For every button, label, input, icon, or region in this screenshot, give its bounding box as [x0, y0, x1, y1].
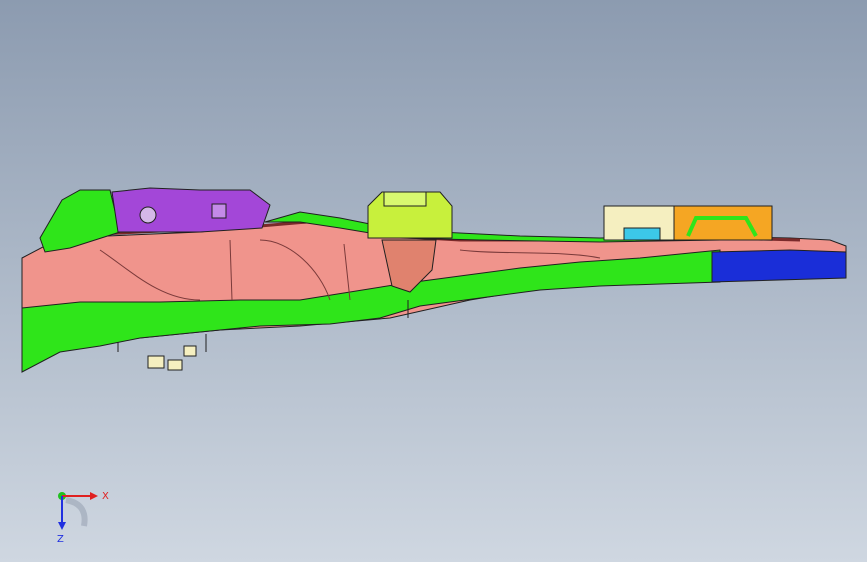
- purple-bracket-hole: [139, 206, 157, 224]
- lime-bracket-top: [383, 191, 427, 207]
- purple-bracket-slot: [211, 203, 227, 219]
- cad-model[interactable]: [0, 0, 867, 562]
- blue-end[interactable]: [711, 249, 847, 283]
- purple-bracket[interactable]: [111, 187, 271, 233]
- bottom-clip-2: [167, 359, 183, 371]
- bottom-clip-1: [147, 355, 165, 369]
- graphics-viewport[interactable]: X Z: [0, 0, 867, 562]
- bottom-clip-3: [183, 345, 197, 357]
- triad-z-label: Z: [57, 534, 64, 545]
- triad-x-arrow: [90, 492, 98, 500]
- triad-shadow: [65, 497, 88, 527]
- orientation-triad[interactable]: X Z: [40, 478, 120, 548]
- triad-x-label: X: [102, 491, 109, 502]
- triad-z-arrow: [58, 522, 66, 530]
- cyan-clip: [623, 227, 661, 241]
